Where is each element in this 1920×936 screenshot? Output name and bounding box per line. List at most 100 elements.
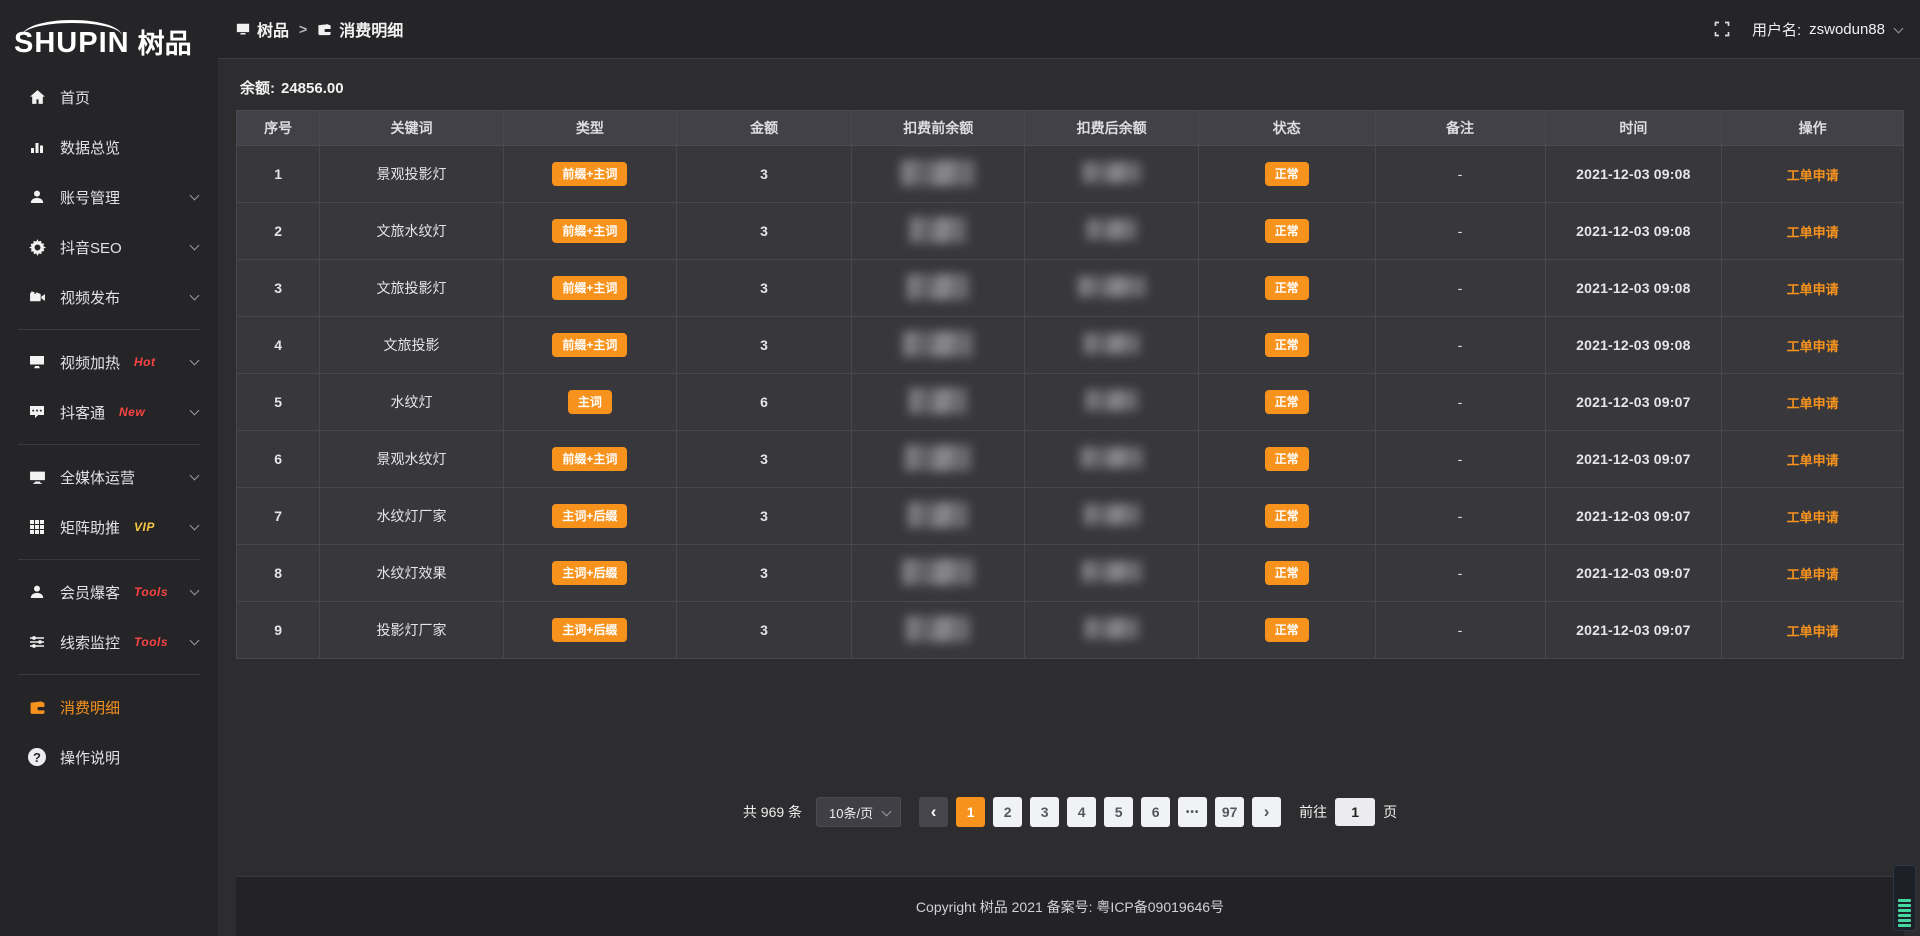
sidebar: SHUPIN 树品 首页 数据总览 账号管理 抖音SEO <box>0 0 218 936</box>
username-value: zswodun88 <box>1809 21 1885 38</box>
page-button-4[interactable]: 4 <box>1067 797 1096 827</box>
post-balance-masked <box>1025 602 1198 659</box>
col-header-action: 操作 <box>1722 111 1904 146</box>
amount-cell: 3 <box>677 488 852 545</box>
chevron-down-icon <box>882 806 892 816</box>
sidebar-item-matrix-boost[interactable]: 矩阵助推 VIP <box>0 502 218 552</box>
col-header-index: 序号 <box>237 111 320 146</box>
page-button-97[interactable]: 97 <box>1215 797 1244 827</box>
work-order-link[interactable]: 工单申请 <box>1787 225 1839 240</box>
sidebar-item-label: 抖音SEO <box>60 237 122 258</box>
grid-icon <box>28 518 46 536</box>
remark-cell: - <box>1375 317 1545 374</box>
sidebar-item-label: 全媒体运营 <box>60 467 135 488</box>
remark-cell: - <box>1375 374 1545 431</box>
work-order-link[interactable]: 工单申请 <box>1787 624 1839 639</box>
page-size-select[interactable]: 10条/页 <box>816 797 901 827</box>
jump-label: 前往 <box>1299 802 1327 822</box>
fullscreen-icon[interactable] <box>1714 21 1730 37</box>
breadcrumb-separator: > <box>299 21 307 37</box>
work-order-link[interactable]: 工单申请 <box>1787 396 1839 411</box>
col-header-status: 状态 <box>1198 111 1375 146</box>
amount-cell: 3 <box>677 260 852 317</box>
breadcrumb-home-label: 树品 <box>257 17 289 41</box>
page-button-5[interactable]: 5 <box>1104 797 1133 827</box>
user-menu[interactable]: 用户名: zswodun88 <box>1752 19 1902 40</box>
chevron-down-icon <box>1894 23 1904 33</box>
page-button-2[interactable]: 2 <box>993 797 1022 827</box>
type-badge: 主词 <box>568 390 612 414</box>
chevron-down-icon <box>190 405 200 415</box>
page-button-3[interactable]: 3 <box>1030 797 1059 827</box>
col-header-pre-balance: 扣费前余额 <box>852 111 1025 146</box>
jump-unit: 页 <box>1383 802 1397 822</box>
time-cell: 2021-12-03 09:07 <box>1545 488 1722 545</box>
sidebar-item-label: 抖客通 <box>60 402 105 423</box>
screen-icon <box>28 353 46 371</box>
app-icon <box>236 22 250 36</box>
menu-divider <box>18 444 200 445</box>
tools-badge: Tools <box>134 635 168 649</box>
sidebar-item-video-publish[interactable]: 视频发布 <box>0 272 218 322</box>
page-button-1[interactable]: 1 <box>956 797 985 827</box>
keyword-cell: 文旅投影 <box>320 317 503 374</box>
sidebar-item-douyin-seo[interactable]: 抖音SEO <box>0 222 218 272</box>
sidebar-item-home[interactable]: 首页 <box>0 72 218 122</box>
table-row: 6 景观水纹灯 前缀+主词 3 正常 - 2021-12-03 09:07 工单… <box>237 431 1904 488</box>
breadcrumb-current[interactable]: 消费明细 <box>317 17 403 41</box>
pre-balance-masked <box>852 203 1025 260</box>
more-pages-button[interactable]: ••• <box>1178 797 1207 827</box>
sidebar-item-label: 会员爆客 <box>60 582 120 603</box>
sidebar-item-account-management[interactable]: 账号管理 <box>0 172 218 222</box>
monitor-icon <box>28 468 46 486</box>
breadcrumb-home[interactable]: 树品 <box>236 17 289 41</box>
topbar: 树品 > 消费明细 用户名: zswodun88 <box>218 0 1920 59</box>
sidebar-item-consumption-detail[interactable]: 消费明细 <box>0 682 218 732</box>
sidebar-item-clue-monitor[interactable]: 线索监控 Tools <box>0 617 218 667</box>
video-camera-icon <box>28 288 46 306</box>
col-header-post-balance: 扣费后余额 <box>1025 111 1198 146</box>
jump-page-input[interactable] <box>1335 798 1375 826</box>
next-page-button[interactable]: › <box>1252 797 1281 827</box>
breadcrumb: 树品 > 消费明细 <box>236 17 403 41</box>
chevron-down-icon <box>190 520 200 530</box>
time-cell: 2021-12-03 09:08 <box>1545 203 1722 260</box>
post-balance-masked <box>1025 260 1198 317</box>
sidebar-item-data-overview[interactable]: 数据总览 <box>0 122 218 172</box>
col-header-amount: 金额 <box>677 111 852 146</box>
keyword-cell: 水纹灯厂家 <box>320 488 503 545</box>
post-balance-masked <box>1025 203 1198 260</box>
keyword-cell: 文旅水纹灯 <box>320 203 503 260</box>
remark-cell: - <box>1375 488 1545 545</box>
post-balance-masked <box>1025 545 1198 602</box>
work-order-link[interactable]: 工单申请 <box>1787 168 1839 183</box>
status-badge: 正常 <box>1265 162 1309 186</box>
pagination-bar: 共 969 条 10条/页 ‹ 1 2 3 4 5 6 ••• 97 › 前往 … <box>236 797 1904 827</box>
time-cell: 2021-12-03 09:08 <box>1545 260 1722 317</box>
sidebar-item-instructions[interactable]: ? 操作说明 <box>0 732 218 782</box>
status-badge: 正常 <box>1265 390 1309 414</box>
type-badge: 前缀+主词 <box>552 333 627 357</box>
work-order-link[interactable]: 工单申请 <box>1787 339 1839 354</box>
work-order-link[interactable]: 工单申请 <box>1787 510 1839 525</box>
type-badge: 前缀+主词 <box>552 219 627 243</box>
page-button-6[interactable]: 6 <box>1141 797 1170 827</box>
sidebar-item-doukertong[interactable]: 抖客通 New <box>0 387 218 437</box>
sidebar-item-media-operation[interactable]: 全媒体运营 <box>0 452 218 502</box>
sidebar-item-member-tools[interactable]: 会员爆客 Tools <box>0 567 218 617</box>
floating-widget[interactable] <box>1893 865 1916 931</box>
time-cell: 2021-12-03 09:07 <box>1545 545 1722 602</box>
prev-page-button[interactable]: ‹ <box>919 797 948 827</box>
work-order-link[interactable]: 工单申请 <box>1787 567 1839 582</box>
pre-balance-masked <box>852 146 1025 203</box>
type-badge: 前缀+主词 <box>552 447 627 471</box>
pre-balance-masked <box>852 260 1025 317</box>
sidebar-item-video-heating[interactable]: 视频加热 Hot <box>0 337 218 387</box>
table-row: 2 文旅水纹灯 前缀+主词 3 正常 - 2021-12-03 09:08 工单… <box>237 203 1904 260</box>
menu-divider <box>18 674 200 675</box>
gear-icon <box>28 238 46 256</box>
new-badge: New <box>119 405 145 419</box>
work-order-link[interactable]: 工单申请 <box>1787 453 1839 468</box>
chevron-down-icon <box>190 585 200 595</box>
work-order-link[interactable]: 工单申请 <box>1787 282 1839 297</box>
